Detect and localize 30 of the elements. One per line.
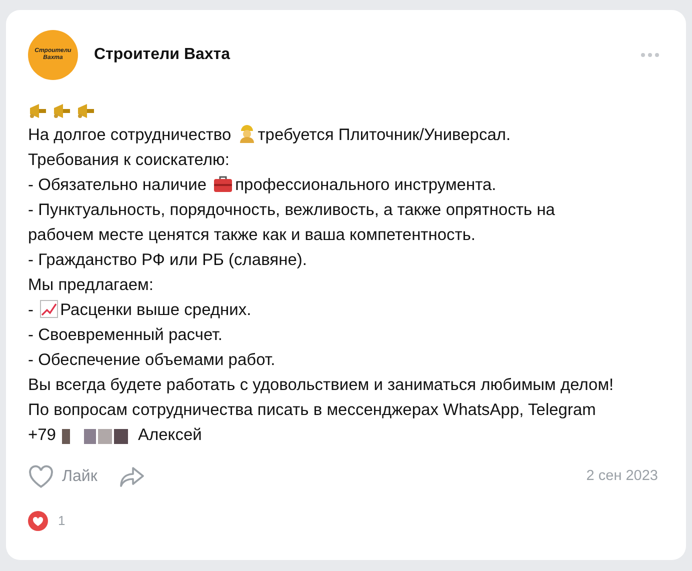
toolbox-icon [213, 175, 234, 193]
share-icon[interactable] [119, 466, 146, 488]
chart-icon [40, 300, 58, 318]
reaction-count: 1 [58, 512, 66, 530]
post-text: - Обеспечение объемами работ. [28, 351, 276, 369]
worker-icon [238, 123, 256, 143]
post-date: 2 сен 2023 [586, 467, 658, 486]
heart-reaction-icon [28, 511, 48, 531]
contact-name: Алексей [138, 425, 202, 446]
post-text: - Обязательно наличие [28, 176, 208, 194]
post-text: - Гражданство РФ или РБ (славяне). [28, 251, 307, 269]
post-text: - [28, 301, 34, 319]
post-text: Требования к соискателю: [28, 151, 230, 169]
post-text: - Своевременный расчет. [28, 326, 222, 344]
heart-icon [28, 465, 54, 489]
more-icon[interactable] [640, 52, 660, 58]
horn-icon [76, 102, 96, 118]
horn-icon [28, 102, 48, 118]
author-name[interactable]: Строители Вахта [94, 43, 230, 67]
post-text: требуется Плиточник/Универсал. [258, 126, 511, 144]
post-text: По вопросам сотрудничества писать в мессенджерах WhatsApp, Telegram [28, 401, 596, 419]
post-text: рабочем месте ценятся также как и ваша компетентность. [28, 226, 476, 244]
horn-icon [52, 102, 72, 118]
post-text: Мы предлагаем: [28, 276, 154, 294]
phone-number: +79 [28, 425, 56, 446]
post-text: - Пунктуальность, порядочность, вежливость, а также опрятность на [28, 201, 555, 219]
post-text: На долгое сотрудничество [28, 126, 232, 144]
post-text: профессионального инструмента. [235, 176, 496, 194]
post-text: Вы всегда будете работать с удовольствием и заниматься любимым делом! [28, 376, 614, 394]
post-text: Расценки выше средних. [60, 301, 252, 319]
